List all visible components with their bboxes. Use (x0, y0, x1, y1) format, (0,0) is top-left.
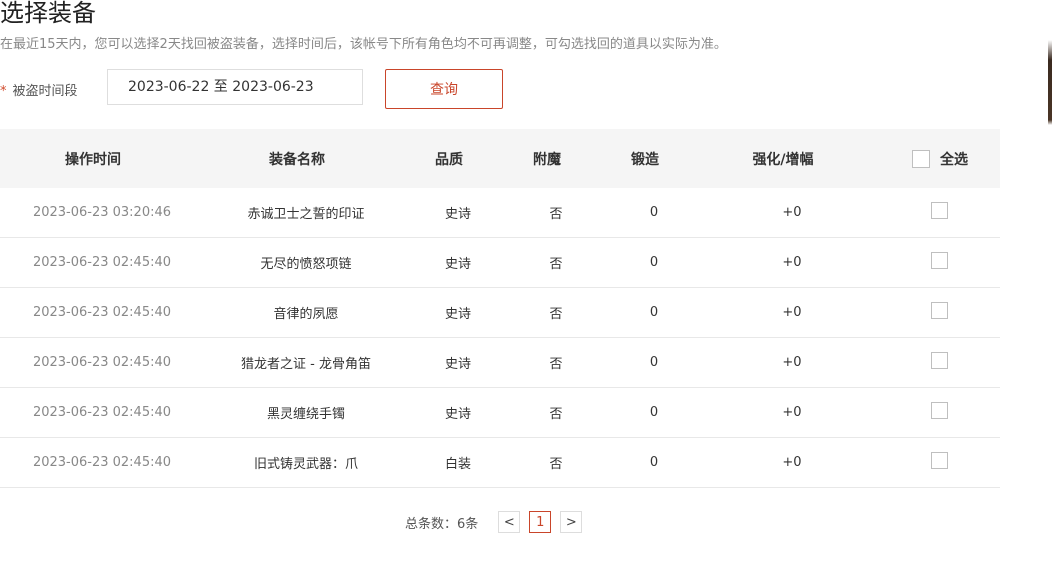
cell-time: 2023-06-23 03:20:46 (32, 205, 172, 220)
cell-forge: 0 (649, 405, 659, 420)
column-header-quality: 品质 (435, 151, 463, 168)
prev-page-button[interactable]: < (498, 511, 521, 533)
cell-forge: 0 (649, 255, 659, 270)
cell-quality: 史诗 (444, 407, 471, 422)
cell-name: 音律的夙愿 (273, 307, 339, 322)
table-row: 2023-06-23 02:45:40 无尽的愤怒项链 史诗 否 0 +0 (0, 238, 1000, 288)
cell-quality: 白装 (444, 457, 471, 472)
cell-enhance: +0 (782, 405, 802, 420)
table-row: 2023-06-23 03:20:46 赤诚卫士之誓的印证 史诗 否 0 +0 (0, 188, 1000, 238)
query-button[interactable]: 查询 (385, 69, 503, 109)
cell-name: 猎龙者之证 - 龙骨角笛 (241, 357, 371, 372)
next-page-button[interactable]: > (560, 511, 583, 533)
cell-time: 2023-06-23 02:45:40 (32, 255, 172, 270)
column-header-name: 装备名称 (269, 151, 325, 168)
select-all-checkbox[interactable] (912, 149, 930, 168)
cell-enchant: 否 (549, 457, 563, 472)
cell-forge: 0 (649, 455, 659, 470)
cell-time: 2023-06-23 02:45:40 (32, 305, 172, 320)
cell-enchant: 否 (549, 357, 563, 372)
column-header-forge: 锻造 (631, 151, 659, 168)
filter-label: * 被盗时间段 (0, 80, 78, 99)
cell-time: 2023-06-23 02:45:40 (32, 405, 172, 420)
cell-select (880, 338, 1000, 387)
cell-enchant: 否 (549, 307, 563, 322)
cell-select (880, 238, 1000, 287)
table-body: 2023-06-23 03:20:46 赤诚卫士之誓的印证 史诗否 0 +0 2023-0… (0, 188, 1000, 488)
cell-enhance: +0 (782, 455, 802, 470)
filter-label-text: 被盗时间段 (12, 84, 78, 99)
cell-forge: 0 (649, 355, 659, 370)
cell-name: 黑灵缠绕手镯 (266, 407, 345, 422)
table-row: 2023-06-23 02:45:40 旧式铸灵武器：爪 白装 否 0 +0 (0, 438, 1000, 488)
select-all-label: 全选 (940, 151, 968, 168)
table-header: 操作时间 装备名称 品质 附魔 锻造 强化/增幅 全选 (0, 129, 1000, 188)
cell-forge: 0 (649, 305, 659, 320)
cell-enchant: 否 (549, 407, 563, 422)
row-checkbox[interactable] (930, 352, 948, 369)
cell-enchant: 否 (549, 207, 563, 222)
cell-select (880, 438, 1000, 487)
cell-quality: 史诗 (444, 357, 471, 372)
cell-name: 旧式铸灵武器：爪 (253, 457, 358, 472)
cell-time: 2023-06-23 02:45:40 (32, 355, 172, 370)
cell-time: 2023-06-23 02:45:40 (32, 455, 172, 470)
table-row: 2023-06-23 02:45:40 音律的夙愿 史诗 否 0 +0 (0, 288, 1000, 338)
cell-select (880, 288, 1000, 337)
equipment-table: 操作时间 装备名称 品质 附魔 锻造 强化/增幅 全选 2023-06-23 0… (0, 129, 1000, 488)
page-title: 选择装备 (0, 0, 96, 27)
row-checkbox[interactable] (930, 252, 948, 269)
column-header-time: 操作时间 (65, 151, 121, 168)
cell-name: 无尽的愤怒项链 (260, 257, 352, 272)
pagination: 总条数：6条 < 1 > (405, 511, 591, 533)
pagination-total: 总条数：6条 (405, 516, 479, 532)
required-mark: * (0, 84, 7, 99)
table-row: 2023-06-23 02:45:40 猎龙者之证 - 龙骨角笛 史诗 否 0 +0 (0, 338, 1000, 388)
table-row: 2023-06-23 02:45:40 黑灵缠绕手镯 史诗 否 0 +0 (0, 388, 1000, 438)
page-number-button[interactable]: 1 (529, 511, 552, 533)
cell-enchant: 否 (549, 257, 563, 272)
date-range-input[interactable]: 2023-06-22 至 2023-06-23 (107, 69, 363, 105)
cell-select (880, 388, 1000, 437)
background-edge (1048, 0, 1052, 568)
column-header-enchant: 附魔 (533, 151, 561, 168)
row-checkbox[interactable] (930, 452, 948, 469)
cell-forge: 0 (649, 205, 659, 220)
column-header-enhance: 强化/增幅 (752, 151, 814, 168)
cell-enhance: +0 (782, 305, 802, 320)
cell-quality: 史诗 (444, 307, 471, 322)
row-checkbox[interactable] (930, 202, 948, 219)
cell-name: 赤诚卫士之誓的印证 (247, 207, 365, 222)
row-checkbox[interactable] (930, 402, 948, 419)
notice-text: 在最近15天内，您可以选择2天找回被盗装备，选择时间后，该帐号下所有角色均不可再… (0, 37, 727, 52)
cell-enhance: +0 (782, 255, 802, 270)
cell-quality: 史诗 (444, 257, 471, 272)
cell-quality: 史诗 (444, 207, 471, 222)
cell-enhance: +0 (782, 355, 802, 370)
select-all[interactable]: 全选 (880, 129, 1000, 188)
cell-select (880, 188, 1000, 237)
cell-enhance: +0 (782, 205, 802, 220)
row-checkbox[interactable] (930, 302, 948, 319)
